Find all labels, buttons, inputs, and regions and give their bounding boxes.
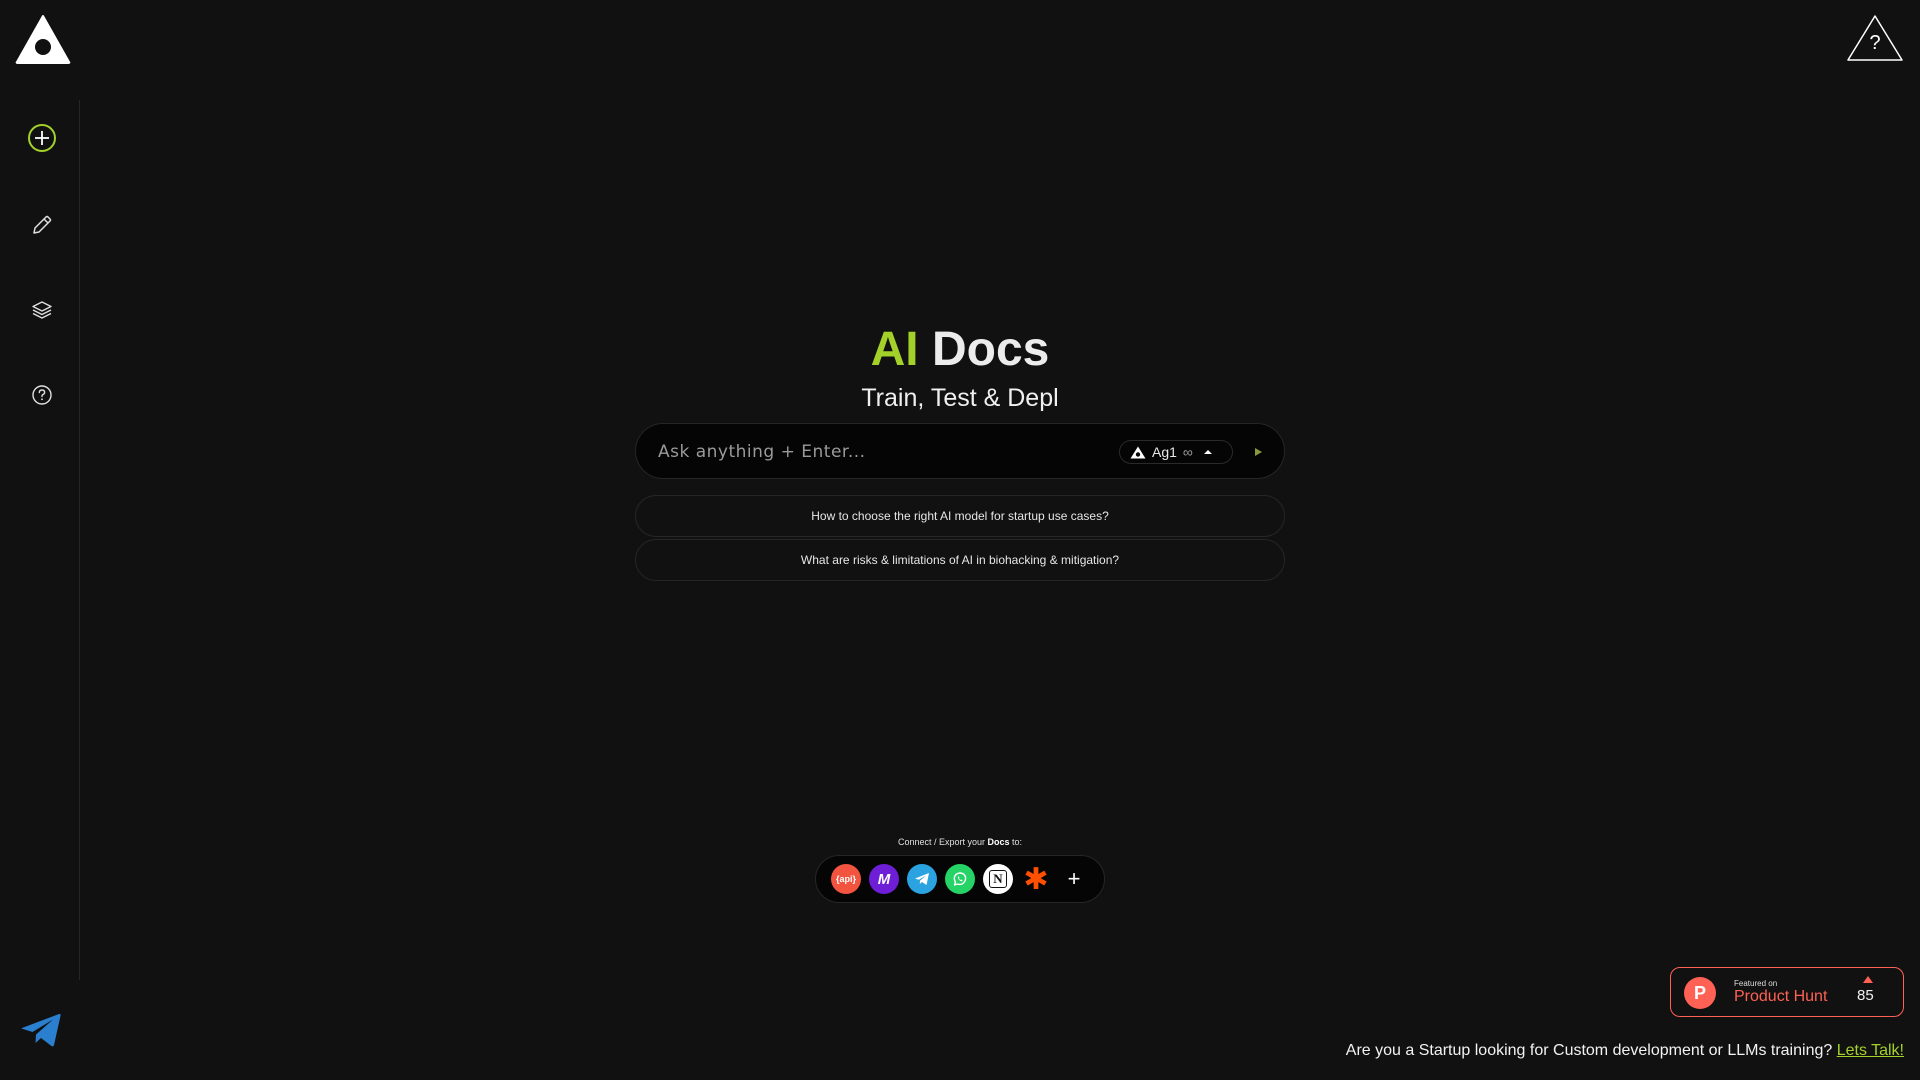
caret-up-icon: [1203, 450, 1212, 454]
api-icon-label: {api}: [835, 874, 856, 884]
suggestion-item[interactable]: How to choose the right AI model for sta…: [635, 495, 1285, 537]
telegram-integration-icon[interactable]: [907, 864, 937, 894]
api-icon[interactable]: {api}: [831, 864, 861, 894]
ph-upvote-count: 85: [1857, 987, 1874, 1004]
connect-label-prefix: Connect / Export your: [897, 837, 988, 847]
notion-icon[interactable]: N: [983, 864, 1013, 894]
footer-text: Are you a Startup looking for Custom dev…: [1345, 1042, 1837, 1059]
make-icon[interactable]: M: [869, 864, 899, 894]
make-icon-label: M: [877, 870, 891, 888]
model-label: Ag1: [1152, 444, 1177, 460]
connect-label-bold: Docs: [987, 837, 1010, 847]
ask-input[interactable]: [656, 436, 1096, 468]
lets-talk-link[interactable]: Lets Talk!: [1837, 1042, 1904, 1059]
whatsapp-glyph-icon: [953, 872, 967, 886]
help-question-mark: ?: [1869, 32, 1880, 54]
play-icon: [1255, 448, 1262, 456]
integrations-bar: {api} M N ✱ +: [815, 855, 1105, 903]
sidebar: [0, 100, 80, 980]
whatsapp-icon[interactable]: [945, 864, 975, 894]
footer-cta: Are you a Startup looking for Custom dev…: [1346, 1042, 1904, 1060]
connect-label-suffix: to:: [1009, 837, 1023, 847]
zapier-icon-label: ✱: [1023, 862, 1049, 896]
hero: AI Docs Train, Test & Depl: [0, 320, 1920, 414]
page-title: AI Docs: [0, 320, 1920, 380]
triangle-logo-icon: [1130, 446, 1146, 458]
send-button[interactable]: [1248, 442, 1268, 462]
product-hunt-icon: P: [1684, 977, 1716, 1009]
title-accent: AI: [870, 323, 919, 376]
telegram-icon[interactable]: [20, 1012, 62, 1048]
model-suffix: ∞: [1182, 444, 1193, 460]
triangle-eye-logo-icon[interactable]: [15, 14, 71, 64]
suggestion-item[interactable]: What are risks & limitations of AI in bi…: [635, 539, 1285, 581]
add-integration-button[interactable]: +: [1059, 864, 1089, 894]
edit-button[interactable]: [22, 205, 62, 245]
page-subtitle: Train, Test & Depl: [861, 384, 1059, 412]
plus-icon: +: [1067, 866, 1081, 891]
product-hunt-badge[interactable]: P Featured on Product Hunt 85: [1670, 967, 1904, 1017]
ph-featured-on: Featured on: [1734, 979, 1778, 988]
ph-name: Product Hunt: [1734, 988, 1828, 1005]
zapier-icon[interactable]: ✱: [1021, 862, 1051, 896]
new-doc-button[interactable]: [22, 118, 62, 158]
notion-icon-label: N: [989, 870, 1007, 888]
pencil-icon: [33, 215, 52, 234]
paper-plane-icon: [915, 873, 929, 885]
title-rest: Docs: [931, 323, 1050, 376]
layers-icon: [32, 301, 52, 319]
plus-circle-icon: [28, 124, 56, 152]
upvote-arrow-icon: [1863, 976, 1873, 983]
question-triangle-icon[interactable]: ?: [1846, 14, 1904, 62]
connect-label: Connect / Export your Docs to:: [0, 837, 1920, 847]
model-selector[interactable]: Ag1 ∞: [1119, 440, 1233, 464]
ask-box: Ag1 ∞: [635, 423, 1285, 479]
